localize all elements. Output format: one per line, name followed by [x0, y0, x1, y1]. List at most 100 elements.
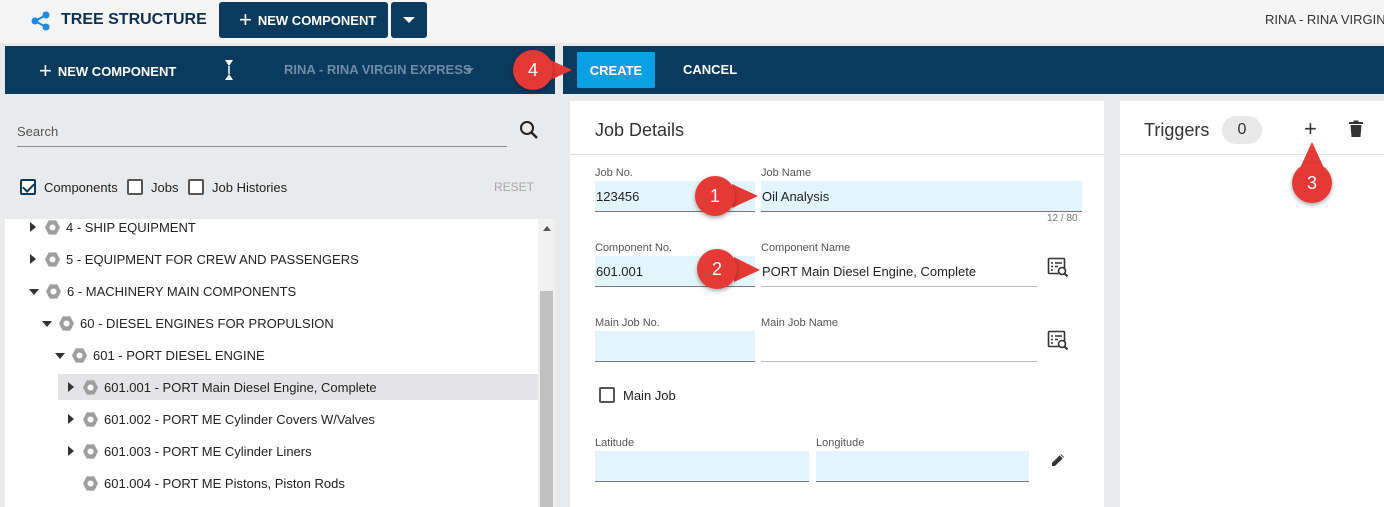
search-underline: [17, 146, 507, 147]
scroll-up-icon[interactable]: [543, 226, 551, 231]
callout-badge: 3: [1292, 163, 1332, 203]
tree-node-label: 601.001 - PORT Main Diesel Engine, Compl…: [104, 379, 377, 395]
scroll-thumb[interactable]: [540, 291, 553, 507]
tree-search-panel: Search Components Jobs Job Histories RES…: [5, 94, 555, 219]
tree-node[interactable]: 5 - EQUIPMENT FOR CREW AND PASSENGERS: [30, 246, 359, 272]
job-no-label: Job No.: [595, 167, 633, 179]
callout-badge: 1: [695, 176, 735, 216]
expand-arrow-icon[interactable]: [30, 222, 36, 232]
longitude-field[interactable]: [816, 451, 1029, 482]
component-icon: [44, 219, 61, 235]
component-name-label: Component Name: [761, 242, 851, 254]
component-icon: [82, 443, 99, 459]
share-tree-icon: [31, 11, 50, 31]
latitude-label: Latitude: [595, 437, 635, 449]
tree-node[interactable]: 4 - SHIP EQUIPMENT: [30, 219, 196, 240]
job-histories-checkbox[interactable]: [188, 179, 204, 195]
filter-components[interactable]: Components: [20, 179, 118, 195]
cancel-button[interactable]: CANCEL: [683, 62, 737, 77]
tree-node-label: 60 - DIESEL ENGINES FOR PROPULSION: [80, 315, 334, 331]
component-icon: [82, 411, 99, 427]
divider: [570, 154, 1104, 155]
collapse-arrow-icon[interactable]: [42, 321, 52, 327]
tree-node-label: 601 - PORT DIESEL ENGINE: [93, 347, 265, 363]
search-input[interactable]: Search: [17, 124, 58, 139]
job-details-title: Job Details: [595, 120, 685, 140]
filter-job-histories[interactable]: Job Histories: [188, 179, 287, 195]
tree-node[interactable]: 60 - DIESEL ENGINES FOR PROPULSION: [42, 310, 334, 336]
callout-badge: 2: [697, 249, 737, 289]
callout-badge: 4: [513, 50, 553, 90]
expand-arrow-icon[interactable]: [68, 414, 74, 424]
component-icon: [44, 251, 61, 267]
longitude-label: Longitude: [816, 437, 865, 449]
latitude-field[interactable]: [595, 451, 809, 482]
vessel-select[interactable]: RINA - RINA VIRGIN EXPRESS: [284, 62, 472, 77]
job-name-field[interactable]: Oil Analysis: [761, 181, 1082, 212]
component-lookup-icon[interactable]: [1047, 256, 1069, 278]
tree-node[interactable]: 601.004 - PORT ME Pistons, Piston Rods: [68, 470, 345, 496]
main-job-checkbox-box[interactable]: [599, 387, 615, 403]
tree-node-label: 601.003 - PORT ME Cylinder Liners: [104, 443, 312, 459]
job-name-counter: 12 / 80: [1047, 213, 1078, 224]
tree-node[interactable]: 601.002 - PORT ME Cylinder Covers W/Valv…: [68, 406, 375, 432]
main-job-lookup-icon[interactable]: [1047, 329, 1069, 351]
tree-node-label: 601.004 - PORT ME Pistons, Piston Rods: [104, 475, 345, 491]
job-details-card: Job Details Job No. 123456 Job Name Oil …: [570, 101, 1104, 507]
triggers-title: Triggers: [1144, 120, 1210, 140]
tree-toolbar: + NEW COMPONENT RINA - RINA VIRGIN EXPRE…: [5, 46, 555, 94]
component-name-field: PORT Main Diesel Engine, Complete: [761, 256, 1037, 287]
main-job-no-field[interactable]: [595, 331, 755, 362]
search-icon[interactable]: [519, 120, 539, 140]
triggers-count-badge: 0: [1222, 116, 1262, 144]
filter-label: Jobs: [151, 179, 179, 195]
expand-arrow-icon[interactable]: [68, 382, 74, 392]
component-tree: 4 - SHIP EQUIPMENT 5 - EQUIPMENT FOR CRE…: [5, 219, 555, 507]
chevron-down-icon: [464, 68, 474, 73]
main-job-name-field: [761, 331, 1037, 362]
app-title: TREE STRUCTURE: [61, 11, 207, 28]
components-checkbox[interactable]: [20, 179, 36, 195]
tree-scrollbar[interactable]: [538, 219, 555, 507]
edit-pencil-icon[interactable]: [1049, 451, 1067, 469]
main-job-label: Main Job: [623, 387, 676, 403]
tree-node[interactable]: 601.003 - PORT ME Cylinder Liners: [68, 438, 312, 464]
plus-icon: +: [239, 7, 252, 32]
tree-node-label: 601.002 - PORT ME Cylinder Covers W/Valv…: [104, 411, 375, 427]
expand-arrow-icon[interactable]: [68, 446, 74, 456]
collapse-expand-icon[interactable]: [223, 58, 235, 82]
collapse-arrow-icon[interactable]: [29, 289, 39, 295]
top-bar: TREE STRUCTURE + NEW COMPONENT RINA - RI…: [0, 0, 1384, 43]
job-toolbar: CREATE CANCEL: [563, 46, 1384, 94]
component-icon: [71, 347, 88, 363]
expand-arrow-icon[interactable]: [30, 254, 36, 264]
toolbar-new-component-label: NEW COMPONENT: [57, 63, 177, 79]
component-icon: [58, 315, 75, 331]
toolbar-new-component-button[interactable]: + NEW COMPONENT: [39, 60, 176, 82]
tree-node[interactable]: 6 - MACHINERY MAIN COMPONENTS: [29, 278, 296, 304]
new-component-dropdown-button[interactable]: [391, 2, 427, 38]
add-trigger-button[interactable]: +: [1304, 116, 1317, 142]
filter-jobs[interactable]: Jobs: [127, 179, 178, 195]
tree-node-label: 5 - EQUIPMENT FOR CREW AND PASSENGERS: [66, 251, 359, 267]
new-component-button[interactable]: + NEW COMPONENT: [219, 2, 388, 38]
main-job-checkbox[interactable]: Main Job: [599, 387, 676, 403]
component-icon: [82, 475, 99, 491]
tree-node-selected[interactable]: 601.001 - PORT Main Diesel Engine, Compl…: [58, 374, 538, 400]
collapse-arrow-icon[interactable]: [55, 353, 65, 359]
filter-label: Components: [44, 179, 118, 195]
main-job-no-label: Main Job No.: [595, 317, 660, 329]
component-icon: [45, 283, 62, 299]
user-vessel-label[interactable]: RINA - RINA VIRGIN EXPRESS: [1265, 12, 1384, 27]
reset-button[interactable]: RESET: [494, 180, 534, 194]
plus-icon: +: [39, 58, 52, 83]
create-button[interactable]: CREATE: [577, 52, 655, 88]
filter-label: Job Histories: [212, 179, 288, 195]
tree-node[interactable]: 601 - PORT DIESEL ENGINE: [55, 342, 265, 368]
triggers-card: Triggers 0 +: [1120, 101, 1384, 507]
jobs-checkbox[interactable]: [127, 179, 143, 195]
job-name-label: Job Name: [761, 167, 812, 179]
delete-trigger-icon[interactable]: [1348, 120, 1364, 138]
component-no-label: Component No.: [595, 242, 673, 254]
component-icon: [82, 379, 99, 395]
